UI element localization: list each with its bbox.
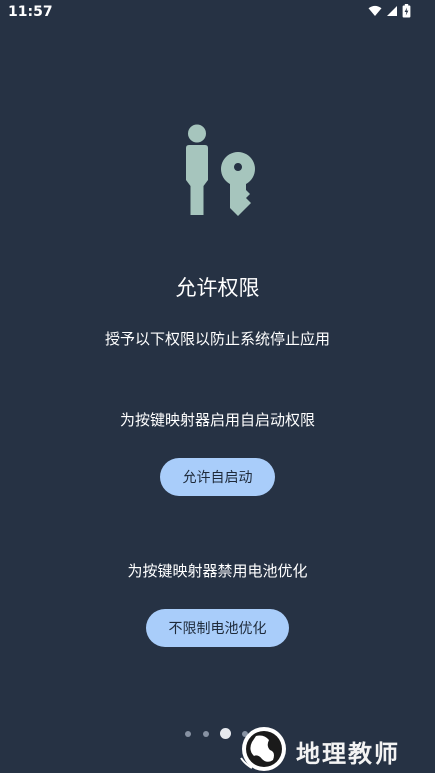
- globe-logo-icon: [240, 727, 286, 771]
- watermark-text: 地理教师: [296, 739, 400, 768]
- signal-icon: [387, 6, 397, 16]
- disable-battery-optimization-button[interactable]: 不限制电池优化: [146, 609, 289, 647]
- status-bar: 11:57: [0, 0, 435, 24]
- wifi-icon: [368, 5, 382, 16]
- page-dot[interactable]: [203, 731, 209, 737]
- page-dot-active[interactable]: [220, 728, 231, 739]
- allow-autostart-button[interactable]: 允许自启动: [160, 458, 275, 496]
- watermark: 地理教师: [236, 722, 435, 773]
- status-time: 11:57: [8, 4, 53, 20]
- page-subtitle: 授予以下权限以防止系统停止应用: [104, 330, 330, 348]
- hero-illustration: [178, 124, 260, 216]
- battery-optimization-label: 为按键映射器禁用电池优化: [127, 562, 308, 580]
- person-key-icon: [186, 124, 255, 216]
- battery-icon: [402, 4, 411, 18]
- autostart-label: 为按键映射器启用自启动权限: [119, 411, 315, 429]
- page-dot[interactable]: [185, 731, 191, 737]
- status-icons: [368, 4, 411, 18]
- page-title: 允许权限: [175, 276, 260, 300]
